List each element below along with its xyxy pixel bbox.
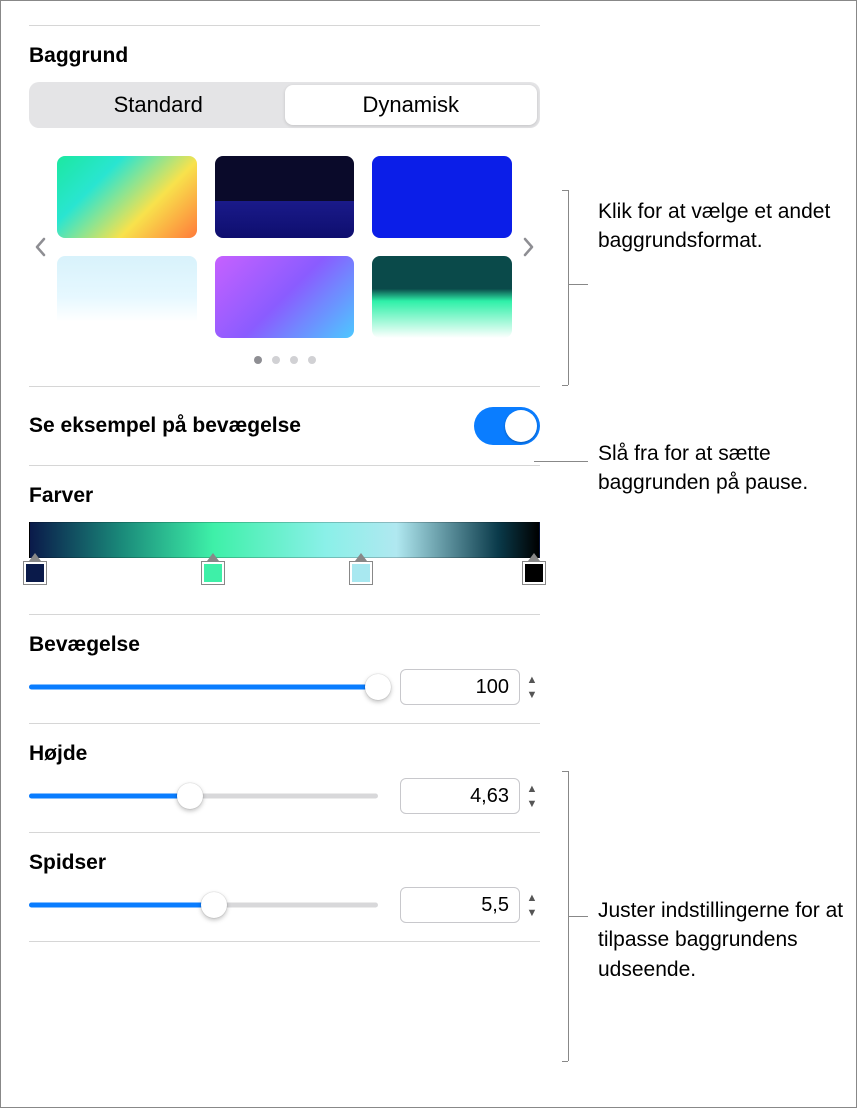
gradient-stop-1[interactable] <box>23 561 47 585</box>
height-heading: Højde <box>29 742 540 766</box>
callout-3: Juster indstillingerne for at tilpasse b… <box>598 896 856 984</box>
peaks-heading: Spidser <box>29 851 540 875</box>
motion-value-input[interactable] <box>400 669 520 705</box>
background-thumbnail-carousel <box>29 156 540 338</box>
chevron-left-icon[interactable] <box>29 237 51 257</box>
background-heading: Baggrund <box>29 44 540 68</box>
callouts-column: Klik for at vælge et andet baggrunds­for… <box>568 1 856 1107</box>
bg-thumb-1[interactable] <box>57 156 197 238</box>
motion-slider[interactable] <box>29 674 378 700</box>
colors-heading: Farver <box>29 484 540 508</box>
bg-thumb-5[interactable] <box>215 256 355 338</box>
height-step-down[interactable]: ▼ <box>524 797 540 811</box>
peaks-step-up[interactable]: ▲ <box>524 891 540 905</box>
chevron-right-icon[interactable] <box>518 237 540 257</box>
page-dots <box>29 356 540 364</box>
page-dot-3[interactable] <box>290 356 298 364</box>
height-value-input[interactable] <box>400 778 520 814</box>
background-mode-segmented[interactable]: Standard Dynamisk <box>29 82 540 128</box>
bg-thumb-3[interactable] <box>372 156 512 238</box>
peaks-step-down[interactable]: ▼ <box>524 906 540 920</box>
gradient-editor[interactable] <box>29 522 540 558</box>
page-dot-2[interactable] <box>272 356 280 364</box>
motion-heading: Bevægelse <box>29 633 540 657</box>
gradient-stop-4[interactable] <box>522 561 546 585</box>
motion-step-down[interactable]: ▼ <box>524 688 540 702</box>
preview-motion-switch[interactable] <box>474 407 540 445</box>
seg-standard[interactable]: Standard <box>32 85 285 125</box>
bg-thumb-4[interactable] <box>57 256 197 338</box>
height-slider[interactable] <box>29 783 378 809</box>
page-dot-1[interactable] <box>254 356 262 364</box>
peaks-value-input[interactable] <box>400 887 520 923</box>
preview-motion-row: Se eksempel på bevægelse <box>29 387 540 465</box>
callout-2: Slå fra for at sætte baggrunden på pause… <box>598 439 856 498</box>
bg-thumb-6[interactable] <box>372 256 512 338</box>
callout-1: Klik for at vælge et andet baggrunds­for… <box>598 197 856 256</box>
page-dot-4[interactable] <box>308 356 316 364</box>
inspector-panel: Baggrund Standard Dynamisk <box>1 1 568 1107</box>
motion-step-up[interactable]: ▲ <box>524 673 540 687</box>
gradient-stop-3[interactable] <box>349 561 373 585</box>
gradient-stop-2[interactable] <box>201 561 225 585</box>
preview-motion-label: Se eksempel på bevægelse <box>29 414 301 438</box>
peaks-slider[interactable] <box>29 892 378 918</box>
bg-thumb-2[interactable] <box>215 156 355 238</box>
height-step-up[interactable]: ▲ <box>524 782 540 796</box>
seg-dynamic[interactable]: Dynamisk <box>285 85 538 125</box>
